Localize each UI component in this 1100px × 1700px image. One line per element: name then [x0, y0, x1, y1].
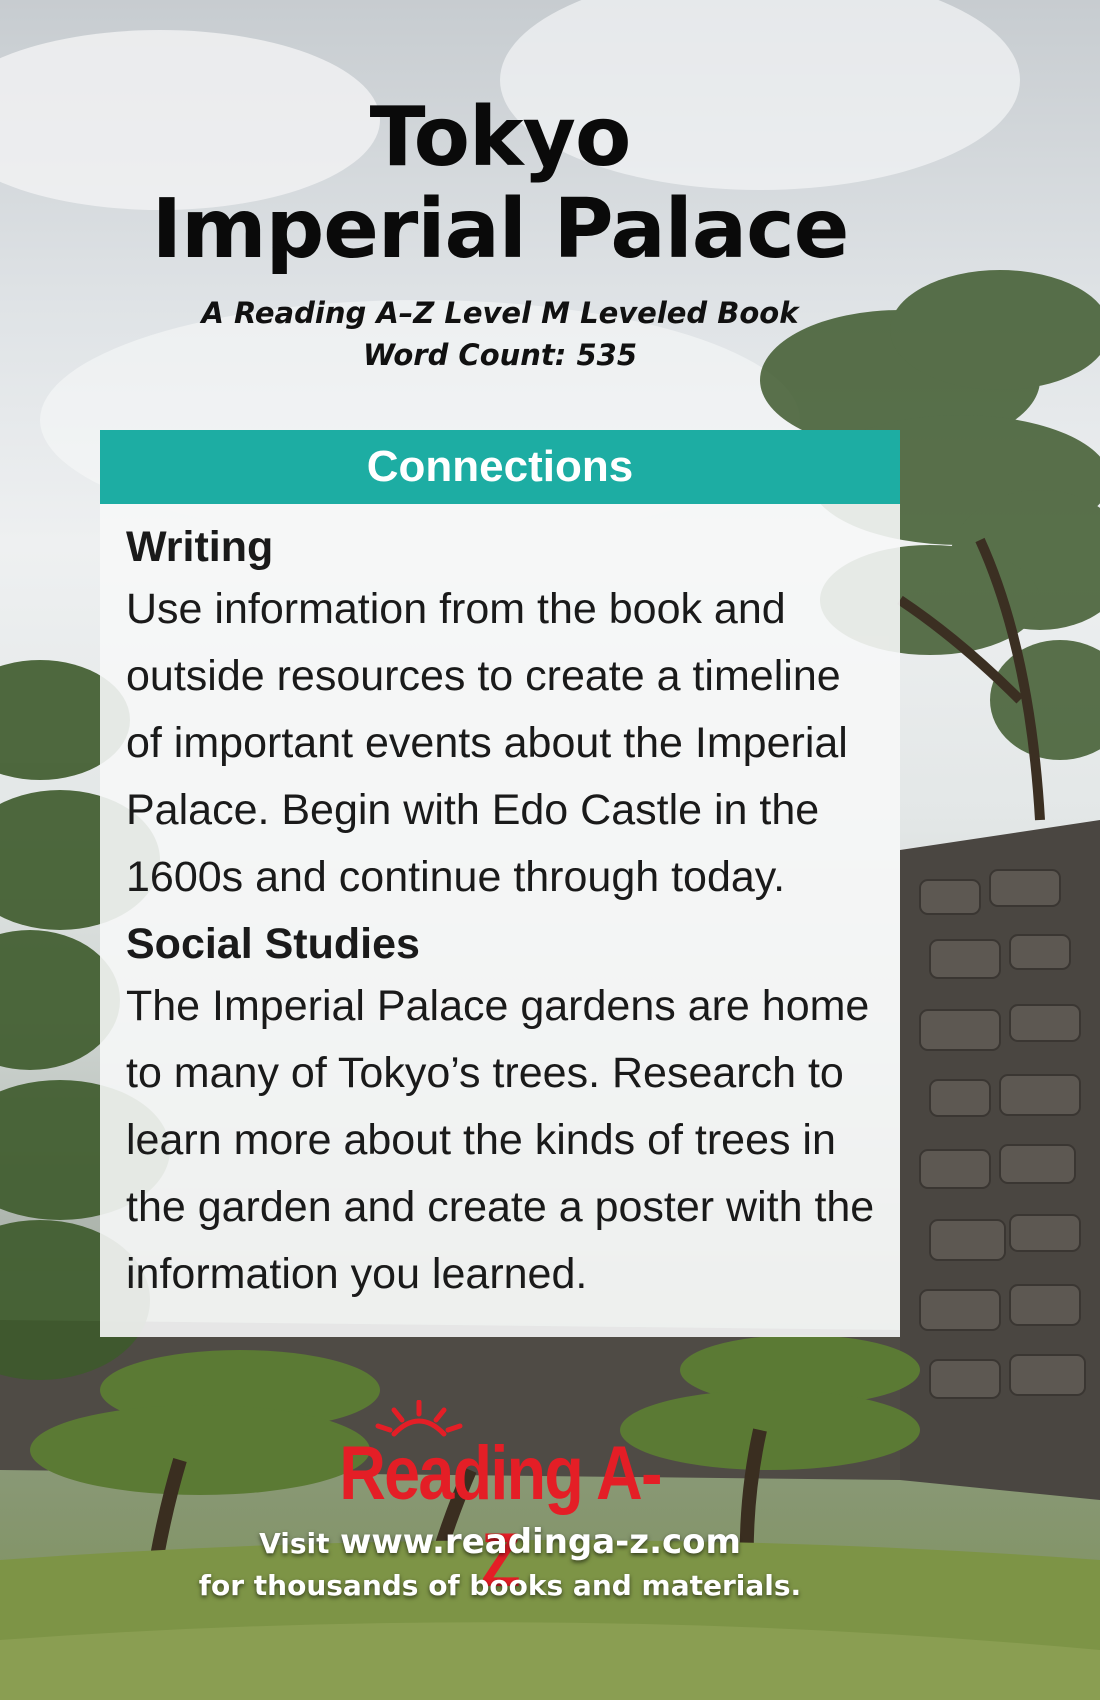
connections-header: Connections	[100, 430, 900, 504]
social-studies-section-text: The Imperial Palace gardens are home to …	[126, 982, 875, 1298]
book-title-line2: Imperial Palace	[151, 182, 850, 277]
footer-tagline: for thousands of books and materials.	[198, 1569, 802, 1602]
book-level-subtitle: A Reading A–Z Level M Leveled Book	[201, 296, 799, 330]
writing-section-title: Writing	[126, 523, 274, 571]
reading-az-logo: Reading A-Z	[300, 1400, 700, 1603]
book-title-line1: Tokyo	[369, 90, 632, 185]
visit-label: Visit	[259, 1527, 330, 1560]
footer-visit-line: Visit www.readinga-z.com	[0, 1520, 1000, 1566]
word-count: Word Count: 535	[362, 338, 638, 372]
social-studies-section-title: Social Studies	[126, 920, 420, 968]
writing-section-text: Use information from the book and outsid…	[126, 585, 848, 901]
connections-panel: Connections Writing Use information from…	[100, 430, 900, 1337]
connections-body: Writing Use information from the book an…	[126, 518, 886, 1312]
website-link[interactable]: www.readinga-z.com	[340, 1522, 741, 1562]
